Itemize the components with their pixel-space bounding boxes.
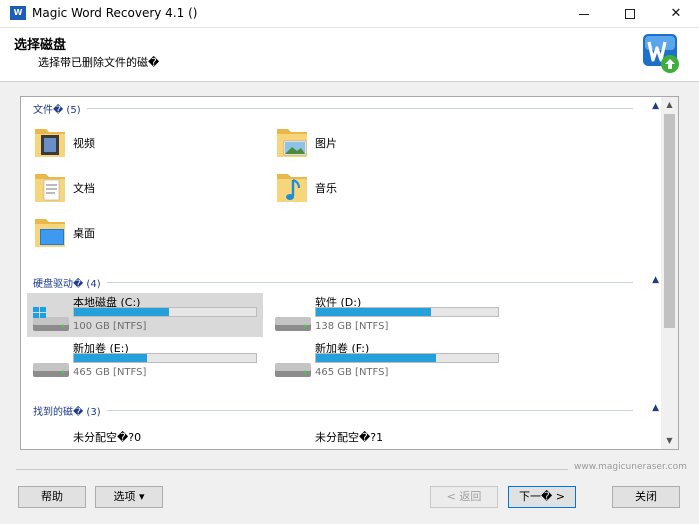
folder-label: 文档 (73, 182, 95, 195)
group-label-drives: 硬盘驱动� (4) (33, 275, 107, 290)
app-icon: W (10, 6, 26, 20)
folder-item-videos[interactable]: 视频 (33, 121, 263, 161)
hard-drive-icon (275, 363, 311, 377)
drive-info: 465 GB [NTFS] (315, 367, 389, 378)
close-button[interactable]: 关闭 (612, 486, 680, 508)
drive-item-d[interactable]: 软件 (D:) 138 GB [NTFS] (269, 293, 505, 337)
folder-item-documents[interactable]: 文档 (33, 166, 263, 206)
scroll-down-icon[interactable]: ▼ (661, 433, 678, 449)
collapse-chevron-icon[interactable]: ▲ (652, 275, 659, 285)
drive-usage-fill (74, 354, 147, 362)
drive-info: 465 GB [NTFS] (73, 367, 147, 378)
footer-divider (16, 469, 568, 470)
group-header-drives[interactable]: 硬盘驱动� (4) ▲ (33, 275, 659, 290)
folder-label: 桌面 (73, 227, 95, 240)
close-icon: ✕ (670, 6, 682, 21)
hard-drive-icon (273, 441, 313, 450)
group-divider (33, 108, 633, 109)
title-bar: W Magic Word Recovery 4.1 () ✕ (0, 0, 699, 28)
windows-drive-icon (33, 307, 69, 331)
drive-usage-fill (74, 308, 169, 316)
maximize-icon (625, 9, 635, 19)
drive-usage-fill (316, 308, 431, 316)
folder-item-desktop[interactable]: 桌面 (33, 211, 263, 251)
group-header-folders[interactable]: 文件� (5) ▲ (33, 101, 659, 116)
desktop-folder-icon (35, 219, 65, 247)
group-header-found[interactable]: 找到的磁� (3) ▲ (33, 403, 659, 418)
found-item-1[interactable]: 未分配空�?1 (269, 427, 505, 450)
found-label: 未分配空�?1 (315, 431, 384, 444)
options-button[interactable]: 选项 ▾ (95, 486, 163, 508)
back-button[interactable]: < 返回 (430, 486, 498, 508)
drive-usage-fill (316, 354, 437, 362)
folder-label: 图片 (315, 137, 337, 150)
collapse-chevron-icon[interactable]: ▲ (652, 101, 659, 111)
folder-label: 视频 (73, 137, 95, 150)
group-divider (33, 282, 633, 283)
drive-item-e[interactable]: 新加卷 (E:) 465 GB [NTFS] (27, 339, 263, 383)
wizard-header: 选择磁盘 选择带已删除文件的磁� (0, 28, 699, 82)
minimize-button[interactable] (561, 0, 607, 28)
drive-usage-bar (73, 307, 257, 317)
drive-item-f[interactable]: 新加卷 (F:) 465 GB [NTFS] (269, 339, 505, 383)
documents-folder-icon (35, 174, 65, 202)
folder-item-pictures[interactable]: 图片 (275, 121, 505, 161)
scroll-up-icon[interactable]: ▲ (661, 97, 678, 113)
found-label: 未分配空�?0 (73, 431, 142, 444)
next-button[interactable]: 下一� > (508, 486, 576, 508)
drive-usage-bar (315, 307, 499, 317)
folder-item-music[interactable]: 音乐 (275, 166, 505, 206)
music-folder-icon (277, 174, 307, 202)
video-folder-icon (35, 129, 65, 157)
window-title: Magic Word Recovery 4.1 () (32, 6, 198, 20)
drive-usage-bar (73, 353, 257, 363)
hard-drive-icon (33, 363, 69, 377)
page-title: 选择磁盘 (14, 38, 67, 53)
minimize-icon (579, 14, 589, 15)
collapse-chevron-icon[interactable]: ▲ (652, 403, 659, 413)
pictures-folder-icon (277, 129, 307, 157)
scroll-thumb[interactable] (664, 114, 675, 328)
disk-selection-panel: 文件� (5) ▲ 视频 图片 文档 音乐 桌面 硬盘驱动� (4) ▲ 本地磁… (20, 96, 679, 450)
vertical-scrollbar[interactable]: ▲ ▼ (661, 97, 678, 449)
hard-drive-icon (31, 441, 71, 450)
drive-usage-bar (315, 353, 499, 363)
hard-drive-icon (275, 317, 311, 331)
page-subtitle: 选择带已删除文件的磁� (38, 56, 160, 69)
folder-label: 音乐 (315, 182, 337, 195)
drive-info: 138 GB [NTFS] (315, 321, 389, 332)
app-logo-icon (643, 34, 679, 73)
found-item-0[interactable]: 未分配空�?0 (27, 427, 263, 450)
drive-item-c[interactable]: 本地磁盘 (C:) 100 GB [NTFS] (27, 293, 263, 337)
maximize-button[interactable] (607, 0, 653, 28)
group-label-found: 找到的磁� (3) (33, 403, 107, 418)
group-label-folders: 文件� (5) (33, 101, 87, 116)
website-link[interactable]: www.magicuneraser.com (574, 462, 687, 472)
help-button[interactable]: 帮助 (18, 486, 86, 508)
drive-info: 100 GB [NTFS] (73, 321, 147, 332)
group-divider (33, 410, 633, 411)
close-window-button[interactable]: ✕ (653, 0, 699, 28)
